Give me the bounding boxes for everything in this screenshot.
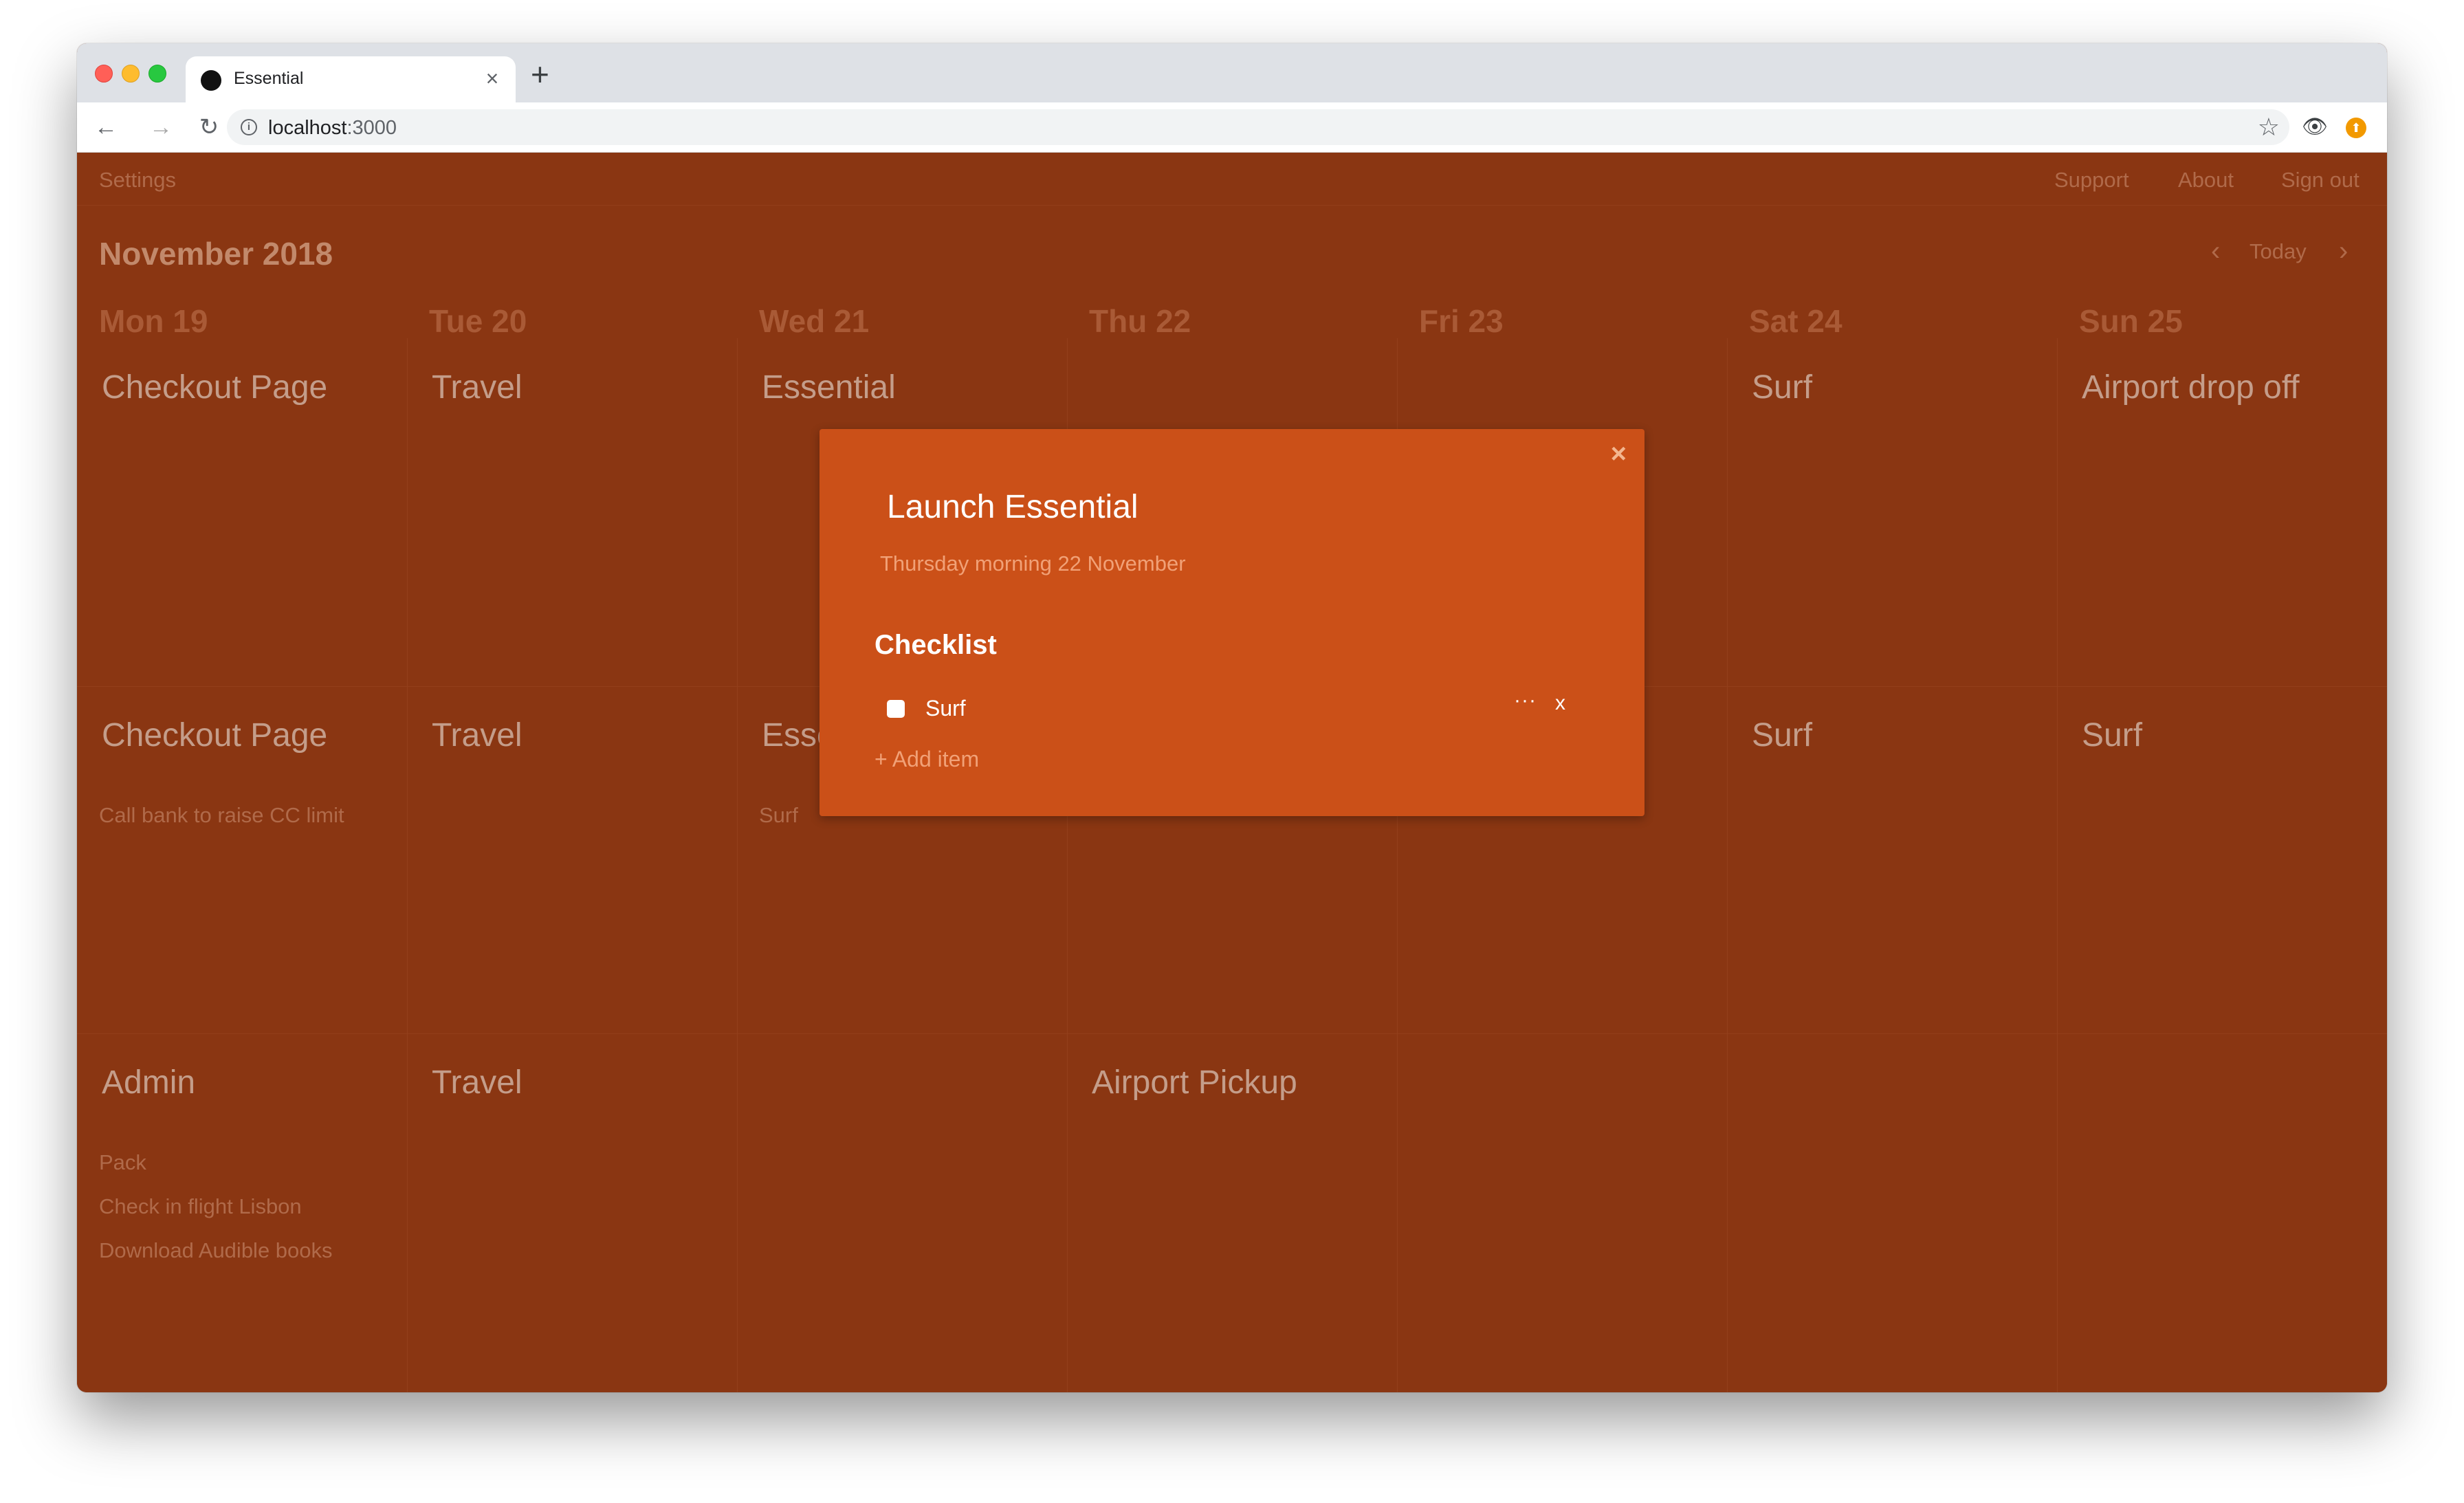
column-divider	[1727, 338, 1728, 1392]
modal-title[interactable]: Launch Essential	[887, 488, 1138, 526]
cell-title[interactable]: Airport drop off	[2082, 369, 2300, 406]
about-link[interactable]: About	[2178, 168, 2234, 193]
settings-link[interactable]: Settings	[99, 168, 176, 193]
url-port: :3000	[346, 117, 397, 139]
cell-title[interactable]: Travel	[432, 369, 522, 406]
support-link[interactable]: Support	[2054, 168, 2129, 193]
cell-title[interactable]: Admin	[102, 1064, 195, 1101]
more-options-icon[interactable]: ···	[1514, 689, 1537, 712]
day-header: Mon 19	[99, 303, 208, 339]
add-item-button[interactable]: + Add item	[874, 747, 979, 772]
day-header: Wed 21	[759, 303, 870, 339]
close-window-button[interactable]	[95, 65, 113, 83]
checklist-checkbox[interactable]	[887, 700, 905, 718]
new-tab-button[interactable]: +	[531, 58, 549, 90]
cell-title[interactable]: Travel	[432, 1064, 522, 1101]
modal-subtitle: Thursday morning 22 November	[880, 551, 1186, 575]
browser-tab-essential[interactable]: Essential ×	[186, 56, 516, 102]
column-divider	[407, 338, 408, 1392]
cell-title[interactable]: Surf	[2082, 716, 2142, 754]
day-header: Sat 24	[1749, 303, 1842, 339]
task-item[interactable]: Call bank to raise CC limit	[99, 803, 344, 828]
favicon-icon	[201, 70, 221, 91]
checklist-heading: Checklist	[874, 630, 997, 660]
task-item[interactable]: Check in flight Lisbon	[99, 1194, 302, 1219]
extension-badge-icon[interactable]: ⬆	[2346, 118, 2366, 138]
browser-window: Essential × + ← → ↻ i localhost:3000 ☆ 👁…	[77, 43, 2387, 1392]
forward-arrow-icon[interactable]: →	[146, 112, 176, 142]
reload-icon[interactable]: ↻	[194, 112, 224, 142]
event-modal: × Launch Essential Thursday morning 22 N…	[820, 429, 1644, 816]
modal-close-button[interactable]: ×	[1611, 439, 1627, 469]
tab-title: Essential	[234, 69, 304, 88]
cell-title[interactable]: Surf	[1752, 716, 1812, 754]
cell-title[interactable]: Travel	[432, 716, 522, 754]
row-divider	[77, 1033, 2387, 1034]
cell-title[interactable]: Essential	[762, 369, 896, 406]
url-text[interactable]: localhost:3000	[268, 117, 397, 140]
minimize-window-button[interactable]	[122, 65, 140, 83]
extension-eye-icon[interactable]: 👁	[2302, 112, 2328, 142]
browser-toolbar: ← → ↻ i localhost:3000 ☆ 👁 ⬆	[77, 102, 2387, 153]
day-header: Tue 20	[429, 303, 527, 339]
task-item[interactable]: Download Audible books	[99, 1238, 333, 1263]
day-header: Thu 22	[1089, 303, 1191, 339]
task-item[interactable]: Surf	[759, 803, 798, 828]
remove-item-button[interactable]: x	[1555, 692, 1565, 715]
tab-strip: Essential × +	[77, 43, 2387, 102]
info-icon[interactable]: i	[241, 119, 257, 135]
chevron-right-icon[interactable]: ›	[2339, 234, 2348, 268]
address-bar[interactable]: i localhost:3000 ☆	[227, 109, 2289, 145]
bookmark-star-icon[interactable]: ☆	[2258, 112, 2280, 142]
tab-close-button[interactable]: ×	[478, 65, 506, 92]
back-arrow-icon[interactable]: ←	[91, 112, 121, 142]
sign-out-link[interactable]: Sign out	[2281, 168, 2360, 193]
maximize-window-button[interactable]	[148, 65, 166, 83]
month-title: November 2018	[99, 236, 333, 272]
day-header: Fri 23	[1419, 303, 1504, 339]
task-item[interactable]: Pack	[99, 1150, 146, 1175]
cell-title[interactable]: Checkout Page	[102, 716, 327, 754]
column-divider	[737, 338, 738, 1392]
today-button[interactable]: Today	[2250, 239, 2307, 264]
top-navigation: Settings Support About Sign out	[77, 153, 2387, 206]
cell-title[interactable]: Airport Pickup	[1092, 1064, 1297, 1101]
calendar-app: Settings Support About Sign out November…	[77, 153, 2387, 1392]
cell-title[interactable]: Surf	[1752, 369, 1812, 406]
chevron-left-icon[interactable]: ‹	[2211, 234, 2220, 268]
checklist-item-label[interactable]: Surf	[925, 696, 966, 721]
cell-title[interactable]: Checkout Page	[102, 369, 327, 406]
url-host: localhost	[268, 117, 347, 139]
column-divider	[2057, 338, 2058, 1392]
day-header: Sun 25	[2079, 303, 2183, 339]
